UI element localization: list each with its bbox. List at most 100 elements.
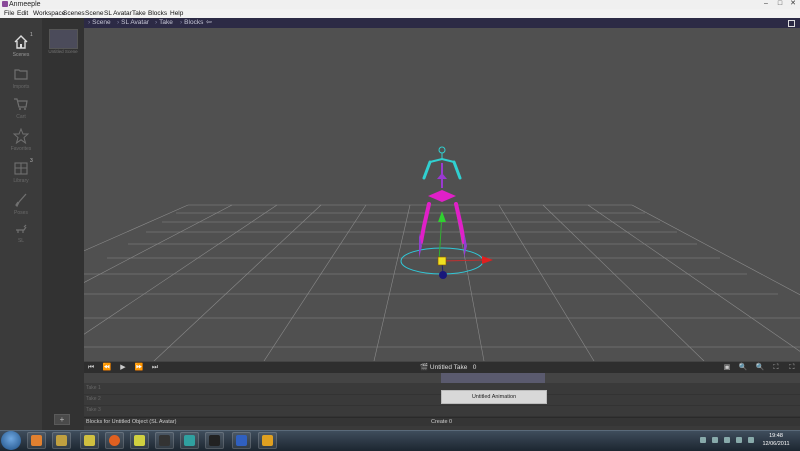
viewport-canvas[interactable] <box>84 28 800 361</box>
sidebar-item-label: Scenes <box>12 52 30 58</box>
sidebar-item-label: Poses <box>14 210 28 216</box>
play-icon[interactable]: ▶ <box>118 363 128 373</box>
menu-workspace[interactable]: Workspace <box>33 9 65 18</box>
pelvis[interactable] <box>428 190 456 202</box>
x-axis-handle[interactable] <box>441 259 485 262</box>
sidebar-item-poses[interactable]: Poses <box>0 190 42 220</box>
library-icon <box>14 162 28 175</box>
sidebar-item-label: SL <box>17 238 25 244</box>
fast-forward-icon[interactable]: ⏩ <box>134 363 144 373</box>
fit-icon[interactable]: ⛶ <box>770 363 782 373</box>
left-arm[interactable] <box>422 160 432 180</box>
minimize-icon[interactable]: – <box>760 0 772 8</box>
taskbar-app[interactable] <box>205 432 224 449</box>
sidebar-item-scenes[interactable]: 1 Scenes <box>0 32 42 62</box>
tray-icon[interactable] <box>712 437 718 443</box>
menu-take[interactable]: Take <box>132 9 146 18</box>
3d-viewport[interactable] <box>84 28 800 361</box>
breadcrumb-scene[interactable]: › Scene <box>88 18 111 28</box>
maximize-viewport-icon[interactable] <box>788 20 795 27</box>
taskbar-app[interactable] <box>232 432 251 449</box>
breadcrumb: › Scene › SL Avatar › Take › Blocks ⇦ <box>84 18 800 28</box>
menu-sl-avatar[interactable]: SL Avatar <box>104 9 132 18</box>
sidebar-item-cart[interactable]: Cart <box>0 94 42 124</box>
status-bar: Blocks for Untitled Object (SL Avatar) C… <box>84 417 800 426</box>
home-icon <box>14 35 28 49</box>
right-foot[interactable] <box>464 233 467 258</box>
add-scene-button[interactable]: + <box>54 414 70 425</box>
taskbar-app[interactable] <box>105 432 124 449</box>
status-text: Blocks for Untitled Object (SL Avatar) <box>86 419 177 425</box>
tray-icon[interactable] <box>700 437 706 443</box>
back-arrow-icon[interactable]: ⇦ <box>206 18 212 28</box>
volume-icon[interactable] <box>748 437 754 443</box>
create-label[interactable]: Create <box>431 418 448 426</box>
x-axis-arrow-icon[interactable] <box>482 256 493 264</box>
menu-blocks[interactable]: Blocks <box>148 9 167 18</box>
create-count: 0 <box>449 419 453 425</box>
window-title: Anmeeple <box>9 1 41 8</box>
skip-start-icon[interactable]: ⏮ <box>86 363 96 373</box>
taskbar-app[interactable] <box>258 432 277 449</box>
sidebar-item-favorites[interactable]: Favorites <box>0 126 42 156</box>
shoulders[interactable] <box>429 157 455 163</box>
taskbar-app[interactable] <box>80 432 99 449</box>
library-badge: 3 <box>30 158 33 164</box>
menu-edit[interactable]: Edit <box>17 9 28 18</box>
floor-grid <box>84 204 800 361</box>
right-leg[interactable] <box>454 202 466 244</box>
close-icon[interactable]: ✕ <box>787 0 799 8</box>
menu-help[interactable]: Help <box>170 9 183 18</box>
sidebar-item-label: Imports <box>12 84 30 90</box>
breadcrumb-sl-avatar[interactable]: › SL Avatar <box>117 18 149 28</box>
head[interactable] <box>438 146 446 154</box>
tray-icon[interactable] <box>724 437 730 443</box>
folder-icon <box>14 69 28 80</box>
sidebar-item-library[interactable]: 3 Library <box>0 158 42 188</box>
scene-thumbnail[interactable] <box>49 29 78 49</box>
sidebar-item-label: Library <box>13 178 29 184</box>
animation-block[interactable]: Untitled Animation <box>441 390 547 404</box>
sidebar: 1 Scenes Imports Cart Favorites 3 Librar… <box>0 18 43 430</box>
taskbar-app[interactable] <box>155 432 174 449</box>
snap-icon[interactable]: ▣ <box>721 363 733 373</box>
taskbar-app[interactable] <box>180 432 199 449</box>
expand-icon[interactable]: ⛶ <box>786 363 798 373</box>
menu-file[interactable]: File <box>4 9 14 18</box>
rewind-icon[interactable]: ⏪ <box>102 363 112 373</box>
breadcrumb-blocks[interactable]: › Blocks <box>180 18 203 28</box>
scene-list-panel <box>42 18 84 430</box>
y-axis-arrow-icon[interactable] <box>438 211 446 222</box>
taskbar-app[interactable] <box>130 432 149 449</box>
move-handle[interactable] <box>437 256 447 266</box>
zoom-out-icon[interactable]: 🔍 <box>754 363 766 373</box>
start-button[interactable] <box>1 431 21 450</box>
scene-thumbnail-label: Untitled Scene <box>48 49 78 54</box>
sidebar-item-label: Favorites <box>10 146 32 152</box>
breadcrumb-take[interactable]: › Take <box>155 18 173 28</box>
taskbar-app[interactable] <box>52 432 71 449</box>
tray-icon[interactable] <box>736 437 742 443</box>
sidebar-item-imports[interactable]: Imports <box>0 64 42 94</box>
brush-icon <box>15 193 27 208</box>
menu-scene[interactable]: Scene <box>85 9 103 18</box>
right-arm[interactable] <box>452 160 462 180</box>
z-axis-handle[interactable] <box>439 271 447 279</box>
clock-date: 12/06/2011 <box>762 441 790 447</box>
scenes-badge: 1 <box>30 32 33 38</box>
track-row[interactable]: Take 3 <box>84 405 800 417</box>
skip-end-icon[interactable]: ⏭ <box>150 363 160 373</box>
sidebar-item-sl[interactable]: SL <box>0 218 42 248</box>
taskbar-clock[interactable]: 19:48 12/06/2011 <box>762 432 790 448</box>
cart-icon <box>14 98 28 110</box>
zoom-in-icon[interactable]: 🔍 <box>737 363 749 373</box>
star-icon <box>13 128 29 144</box>
timeline-range[interactable] <box>441 373 545 383</box>
taskbar-app[interactable] <box>27 432 46 449</box>
left-leg[interactable] <box>419 202 431 244</box>
menu-scenes[interactable]: Scenes <box>63 9 85 18</box>
app-icon <box>2 1 8 7</box>
maximize-icon[interactable]: □ <box>774 0 786 8</box>
sl-icon <box>16 224 27 233</box>
clock-time: 19:48 <box>769 433 783 439</box>
